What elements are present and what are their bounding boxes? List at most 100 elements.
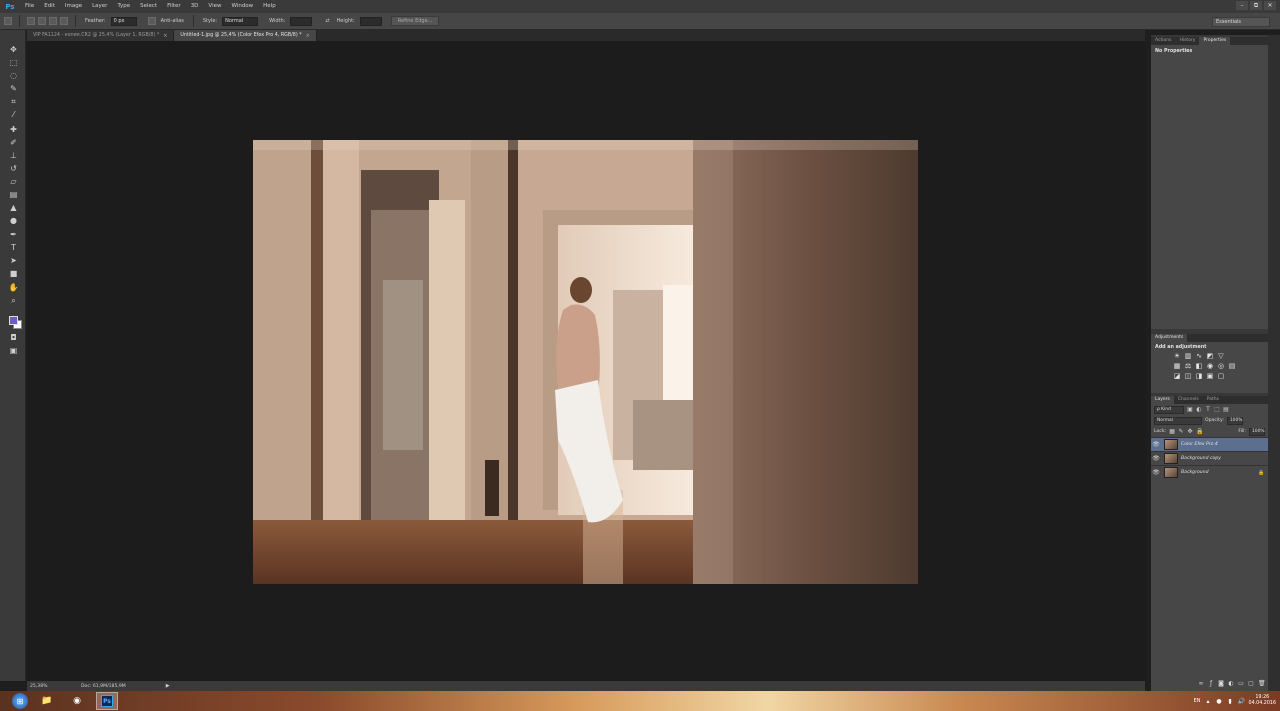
close-button[interactable]: ✕ [1264, 1, 1276, 10]
doc-tab-untitled[interactable]: Untitled-1.jpg @ 25,4% (Color Efex Pro 4… [174, 30, 317, 41]
intersect-selection-icon[interactable] [60, 17, 68, 25]
chrome-taskbar-icon[interactable]: ◉ [66, 692, 88, 710]
photoshop-taskbar-icon[interactable]: Ps [96, 692, 118, 710]
tab-adjustments[interactable]: Adjustments [1151, 334, 1188, 342]
invert-icon[interactable]: ◪ [1173, 373, 1181, 380]
pen-tool-icon[interactable]: ✒ [8, 229, 19, 240]
menu-3d[interactable]: 3D [186, 0, 204, 13]
new-selection-icon[interactable] [27, 17, 35, 25]
height-input[interactable] [359, 16, 382, 26]
layer-row[interactable]: 👁 Background copy [1151, 451, 1268, 465]
tab-properties[interactable]: Properties [1199, 37, 1231, 45]
adjustment-layer-icon[interactable]: ◐ [1228, 681, 1234, 687]
close-icon[interactable]: × [306, 33, 310, 39]
close-icon[interactable]: × [163, 33, 167, 39]
lock-pixels-icon[interactable]: ✎ [1178, 428, 1184, 435]
history-brush-tool-icon[interactable]: ↺ [8, 163, 19, 174]
volume-icon[interactable]: 🔊 [1238, 698, 1245, 705]
menu-image[interactable]: Image [60, 0, 87, 13]
status-menu-arrow-icon[interactable]: ▶ [166, 683, 170, 689]
subtract-selection-icon[interactable] [49, 17, 57, 25]
marquee-preset-icon[interactable] [4, 17, 12, 25]
menu-edit[interactable]: Edit [39, 0, 60, 13]
exposure-icon[interactable]: ◩ [1206, 353, 1214, 360]
refine-edge-button[interactable]: Refine Edge... [390, 16, 440, 26]
antialias-checkbox[interactable] [147, 17, 156, 25]
kind-filter-select[interactable]: ρ Kind [1154, 405, 1184, 414]
marquee-tool-icon[interactable]: ⬚ [8, 57, 19, 68]
brush-tool-icon[interactable]: ✐ [8, 137, 19, 148]
vibrance-icon[interactable]: ▽ [1217, 353, 1225, 360]
quick-selection-tool-icon[interactable]: ✎ [8, 83, 19, 94]
fx-icon[interactable]: ƒ [1208, 681, 1214, 687]
tab-channels[interactable]: Channels [1174, 396, 1203, 404]
explorer-taskbar-icon[interactable]: 📁 [36, 692, 58, 710]
type-filter-icon[interactable]: T [1205, 406, 1211, 413]
feather-input[interactable]: 0 px [110, 16, 137, 26]
curves-icon[interactable]: ∿ [1195, 353, 1203, 360]
lock-position-icon[interactable]: ✥ [1187, 428, 1193, 435]
menu-window[interactable]: Window [226, 0, 258, 13]
tab-layers[interactable]: Layers [1151, 396, 1174, 404]
selective-color-icon[interactable]: ▣ [1206, 373, 1214, 380]
language-indicator[interactable]: EN [1194, 698, 1201, 704]
canvas-area[interactable] [27, 41, 1145, 681]
tab-history[interactable]: History [1175, 37, 1199, 45]
foreground-color-swatch[interactable] [9, 316, 18, 325]
new-layer-icon[interactable]: ▢ [1248, 681, 1254, 687]
tab-paths[interactable]: Paths [1203, 396, 1223, 404]
layer-row[interactable]: 👁 Background 🔒 [1151, 465, 1268, 479]
lock-all-icon[interactable]: 🔒 [1196, 428, 1203, 435]
workspace-select[interactable]: Essentials [1212, 17, 1270, 27]
network-icon[interactable]: ▮ [1227, 698, 1234, 705]
eye-icon[interactable]: 👁 [1151, 469, 1161, 476]
menu-view[interactable]: View [203, 0, 226, 13]
eye-icon[interactable]: 👁 [1151, 441, 1161, 448]
start-button[interactable]: ⊞ [12, 693, 28, 709]
levels-icon[interactable]: ▥ [1184, 353, 1192, 360]
smart-object-filter-icon[interactable]: ▤ [1223, 406, 1229, 413]
threshold-icon[interactable]: ◨ [1195, 373, 1203, 380]
clock[interactable]: 19:26 04.04.2016 [1249, 695, 1276, 707]
type-tool-icon[interactable]: T [8, 242, 19, 253]
color-lookup-icon[interactable]: ▤ [1228, 363, 1236, 370]
shape-filter-icon[interactable]: ⬚ [1214, 406, 1220, 413]
menu-type[interactable]: Type [112, 0, 135, 13]
swap-icon[interactable]: ⇄ [323, 18, 331, 24]
photo-filter-icon[interactable]: ◉ [1206, 363, 1214, 370]
hand-tool-icon[interactable]: ✋ [8, 282, 19, 293]
crop-tool-icon[interactable]: ⌗ [8, 96, 19, 107]
lock-transparency-icon[interactable]: ▦ [1169, 428, 1175, 435]
move-tool-icon[interactable]: ✥ [8, 44, 19, 55]
trash-icon[interactable]: 🗑 [1258, 681, 1266, 687]
style-select[interactable]: Normal [222, 16, 259, 26]
rectangle-tool-icon[interactable]: ■ [8, 268, 19, 279]
healing-brush-tool-icon[interactable]: ✚ [8, 124, 19, 135]
tray-app-icon[interactable]: ● [1216, 698, 1223, 705]
add-selection-icon[interactable] [38, 17, 46, 25]
black-white-icon[interactable]: ◧ [1195, 363, 1203, 370]
adjustment-filter-icon[interactable]: ◐ [1196, 406, 1202, 413]
quick-mask-icon[interactable]: ◘ [8, 332, 19, 343]
eyedropper-tool-icon[interactable]: ⁄ [8, 109, 19, 120]
menu-help[interactable]: Help [258, 0, 281, 13]
fill-input[interactable]: 100% [1249, 427, 1265, 436]
blur-tool-icon[interactable]: ▲ [8, 202, 19, 213]
zoom-tool-icon[interactable]: ⌕ [8, 295, 19, 306]
brightness-icon[interactable]: ☀ [1173, 353, 1181, 360]
folder-icon[interactable]: ▭ [1238, 681, 1244, 687]
gradient-map-icon[interactable]: ▢ [1217, 373, 1225, 380]
hue-saturation-icon[interactable]: ▦ [1173, 363, 1181, 370]
width-input[interactable] [290, 16, 313, 26]
blend-mode-select[interactable]: Normal [1154, 416, 1202, 425]
opacity-input[interactable]: 100% [1226, 416, 1243, 425]
clone-stamp-tool-icon[interactable]: ⊥ [8, 150, 19, 161]
path-selection-tool-icon[interactable]: ➤ [8, 255, 19, 266]
posterize-icon[interactable]: ◫ [1184, 373, 1192, 380]
restore-button[interactable]: ⧉ [1250, 1, 1262, 10]
dodge-tool-icon[interactable]: ● [8, 215, 19, 226]
show-hidden-icon[interactable]: ▴ [1205, 698, 1212, 705]
menu-layer[interactable]: Layer [87, 0, 112, 13]
menu-file[interactable]: File [20, 0, 39, 13]
layer-row[interactable]: 👁 Color Efex Pro 4 [1151, 437, 1268, 451]
